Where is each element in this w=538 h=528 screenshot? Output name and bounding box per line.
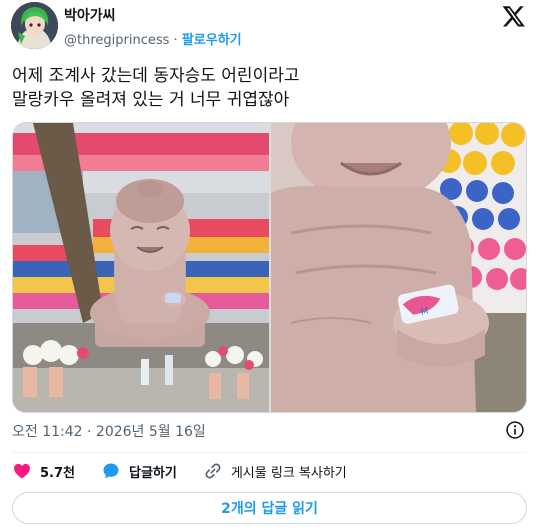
follow-button[interactable]: 팔로우하기	[182, 33, 242, 48]
divider	[12, 452, 526, 453]
reply-label: 답글하기	[129, 465, 177, 481]
author-avatar[interactable]	[11, 2, 58, 49]
author-display-name[interactable]: 박아가씨	[64, 5, 116, 25]
reply-button[interactable]: 답글하기	[101, 461, 177, 481]
link-icon	[205, 463, 221, 479]
speech-bubble-icon	[103, 463, 119, 479]
like-count: 5.7천	[40, 465, 75, 481]
copy-link-label: 게시물 링크 복사하기	[230, 465, 347, 481]
like-button[interactable]: 5.7천	[12, 461, 75, 481]
copy-link-button[interactable]: 게시물 링크 복사하기	[203, 461, 347, 481]
heart-icon	[14, 463, 30, 479]
author-handle-row: @thregiprincess · 팔로우하기	[64, 29, 242, 48]
author-handle[interactable]: @thregiprincess	[64, 33, 169, 48]
tweet-media[interactable]: M	[12, 122, 527, 413]
photo-statue-with-lanterns[interactable]	[13, 123, 269, 412]
x-logo-icon[interactable]	[502, 4, 526, 28]
action-bar: 5.7천 답글하기 게시물 링크 복사하기	[12, 460, 373, 482]
tweet-text: 어제 조계사 갔는데 동자승도 어린이라고 말랑카우 올려져 있는 거 너무 귀…	[12, 66, 300, 110]
read-replies-button[interactable]: 2개의 답글 읽기	[12, 492, 527, 524]
photo-statue-hand-with-candy[interactable]: M	[271, 123, 526, 412]
info-icon[interactable]	[505, 420, 525, 440]
handle-separator: ·	[173, 33, 178, 48]
tweet-timestamp[interactable]: 오전 11:42 · 2026년 5월 16일	[12, 421, 206, 441]
